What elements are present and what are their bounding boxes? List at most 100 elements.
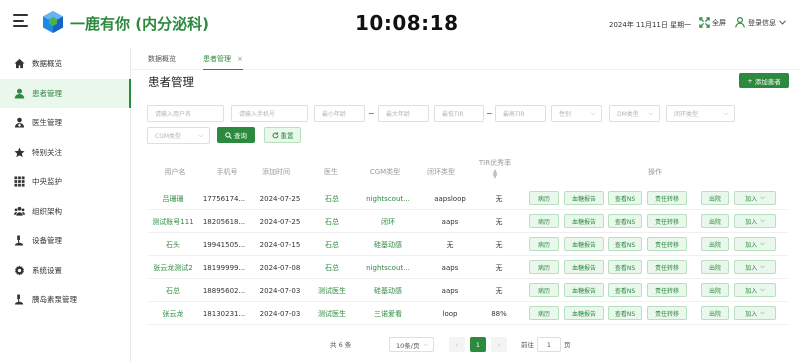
sidebar-item-special-attention[interactable]: 特别关注 xyxy=(0,138,130,168)
cgm-type-cell[interactable]: 三诺爱看 xyxy=(364,302,412,325)
tab-patients[interactable]: 患者管理 × xyxy=(203,48,243,70)
sidebar-item-devices[interactable]: 设备管理 xyxy=(0,226,130,256)
username-cell[interactable]: 石总 xyxy=(148,279,198,302)
medical-record-button[interactable]: 病历 xyxy=(529,260,559,274)
transfer-responsibility-button[interactable]: 责任转移 xyxy=(647,214,687,228)
prev-page-button[interactable]: ‹ xyxy=(449,337,465,352)
sidebar-item-organization[interactable]: 组织架构 xyxy=(0,197,130,227)
cgm-type-cell[interactable]: 闭环 xyxy=(364,210,412,233)
join-dropdown-button[interactable]: 加入 ⌵ xyxy=(734,260,776,274)
next-page-button[interactable]: › xyxy=(491,337,507,352)
action-label: 血糖报告 xyxy=(571,264,596,272)
doctor-cell[interactable]: 测试医生 xyxy=(315,302,349,325)
sidebar-item-doctors[interactable]: 医生管理 xyxy=(0,108,130,138)
cgm-type-cell[interactable]: 硅基动感 xyxy=(364,233,412,256)
discharge-button[interactable]: 出院 xyxy=(701,237,729,251)
action-label: 血糖报告 xyxy=(571,195,596,203)
action-label: 加入 xyxy=(745,264,758,272)
join-dropdown-button[interactable]: 加入 ⌵ xyxy=(734,237,776,251)
sidebar-item-patients[interactable]: 患者管理 xyxy=(0,78,131,108)
name-filter-input[interactable]: 请输入用户名 xyxy=(147,105,224,122)
transfer-responsibility-button[interactable]: 责任转移 xyxy=(647,306,687,320)
search-button[interactable]: 查询 xyxy=(217,127,255,143)
phone-filter-input[interactable]: 请输入手机号 xyxy=(231,105,308,122)
close-icon[interactable]: × xyxy=(237,55,243,63)
transfer-responsibility-button[interactable]: 责任转移 xyxy=(647,191,687,205)
medical-record-button[interactable]: 病历 xyxy=(529,306,559,320)
cgm-type-select[interactable]: CGM类型 ⌵ xyxy=(147,127,210,144)
cgm-type-cell[interactable]: nightscout... xyxy=(364,187,412,210)
discharge-button[interactable]: 出院 xyxy=(701,306,729,320)
doctor-cell[interactable]: 石总 xyxy=(315,210,349,233)
column-header-tir[interactable]: TIR优秀率 xyxy=(475,158,515,168)
username-cell[interactable]: 吕珊珊 xyxy=(148,187,198,210)
sort-icon[interactable]: ▲ ▼ xyxy=(489,169,501,180)
transfer-responsibility-button[interactable]: 责任转移 xyxy=(647,260,687,274)
sidebar-item-settings[interactable]: 系统设置 xyxy=(0,256,130,286)
glucose-report-button[interactable]: 血糖报告 xyxy=(564,306,604,320)
doctor-cell[interactable]: 石总 xyxy=(315,187,349,210)
chevron-down-icon: ⌵ xyxy=(760,286,765,293)
join-dropdown-button[interactable]: 加入 ⌵ xyxy=(734,283,776,297)
discharge-button[interactable]: 出院 xyxy=(701,283,729,297)
add-patient-button[interactable]: + 添加患者 xyxy=(739,73,789,88)
view-ns-button[interactable]: 查看NS xyxy=(608,191,642,205)
join-dropdown-button[interactable]: 加入 ⌵ xyxy=(734,306,776,320)
username-cell[interactable]: 测试账号111 xyxy=(148,210,198,233)
discharge-button[interactable]: 出院 xyxy=(701,260,729,274)
added-time-cell: 2024-07-08 xyxy=(259,263,301,272)
view-ns-button[interactable]: 查看NS xyxy=(608,214,642,228)
transfer-responsibility-button[interactable]: 责任转移 xyxy=(647,283,687,297)
medical-record-button[interactable]: 病历 xyxy=(529,214,559,228)
search-label: 查询 xyxy=(234,132,247,140)
min-age-input[interactable]: 最小年龄 xyxy=(314,105,365,122)
glucose-report-button[interactable]: 血糖报告 xyxy=(564,260,604,274)
medical-record-button[interactable]: 病历 xyxy=(529,191,559,205)
glucose-report-button[interactable]: 血糖报告 xyxy=(564,283,604,297)
doctor-cell[interactable]: 石总 xyxy=(315,233,349,256)
loop-type-select[interactable]: 闭环类型 ⌵ xyxy=(666,105,735,122)
sidebar-item-central-monitor[interactable]: 中央监护 xyxy=(0,167,130,197)
glucose-report-button[interactable]: 血糖报告 xyxy=(564,237,604,251)
join-dropdown-button[interactable]: 加入 ⌵ xyxy=(734,214,776,228)
sidebar-item-insulin-pump[interactable]: 胰岛素泵管理 xyxy=(0,285,130,315)
view-ns-button[interactable]: 查看NS xyxy=(608,237,642,251)
loop-type-cell: 无 xyxy=(446,240,454,249)
view-ns-button[interactable]: 查看NS xyxy=(608,306,642,320)
glucose-report-button[interactable]: 血糖报告 xyxy=(564,214,604,228)
cgm-type-cell[interactable]: nightscout... xyxy=(364,256,412,279)
user-info-menu[interactable]: 登录信息 xyxy=(735,17,786,28)
star-icon xyxy=(14,147,25,157)
action-label: 责任转移 xyxy=(654,195,679,203)
fullscreen-button[interactable]: 全屏 xyxy=(699,17,726,28)
tab-overview[interactable]: 数据概览 xyxy=(148,48,176,70)
dm-type-select[interactable]: DM类型 ⌵ xyxy=(609,105,660,122)
goto-page-input[interactable]: 1 xyxy=(537,337,561,352)
doctor-cell[interactable]: 测试医生 xyxy=(315,279,349,302)
gender-select[interactable]: 性别 ⌵ xyxy=(551,105,602,122)
username-cell[interactable]: 张云龙 xyxy=(148,302,198,325)
tir-min-input[interactable]: 最低TIR xyxy=(434,105,484,122)
glucose-report-button[interactable]: 血糖报告 xyxy=(564,191,604,205)
username-cell[interactable]: 石头 xyxy=(148,233,198,256)
action-label: 加入 xyxy=(745,195,758,203)
max-age-input[interactable]: 最大年龄 xyxy=(378,105,429,122)
transfer-responsibility-button[interactable]: 责任转移 xyxy=(647,237,687,251)
sidebar-item-overview[interactable]: 数据概览 xyxy=(0,49,130,79)
doctor-cell[interactable]: 石总 xyxy=(315,256,349,279)
discharge-button[interactable]: 出院 xyxy=(701,214,729,228)
discharge-button[interactable]: 出院 xyxy=(701,191,729,205)
menu-toggle-icon[interactable] xyxy=(13,14,28,27)
reset-button[interactable]: 重置 xyxy=(264,127,301,143)
column-header-doctor: 医生 xyxy=(324,168,338,176)
medical-record-button[interactable]: 病历 xyxy=(529,237,559,251)
view-ns-button[interactable]: 查看NS xyxy=(608,260,642,274)
view-ns-button[interactable]: 查看NS xyxy=(608,283,642,297)
cgm-type-cell[interactable]: 硅基动感 xyxy=(364,279,412,302)
page-size-select[interactable]: 10条/页 ⌵ xyxy=(389,337,434,352)
username-cell[interactable]: 张云龙测试2 xyxy=(148,256,198,279)
page-number[interactable]: 1 xyxy=(470,337,486,352)
medical-record-button[interactable]: 病历 xyxy=(529,283,559,297)
join-dropdown-button[interactable]: 加入 ⌵ xyxy=(734,191,776,205)
tir-max-input[interactable]: 最高TIR xyxy=(495,105,546,122)
